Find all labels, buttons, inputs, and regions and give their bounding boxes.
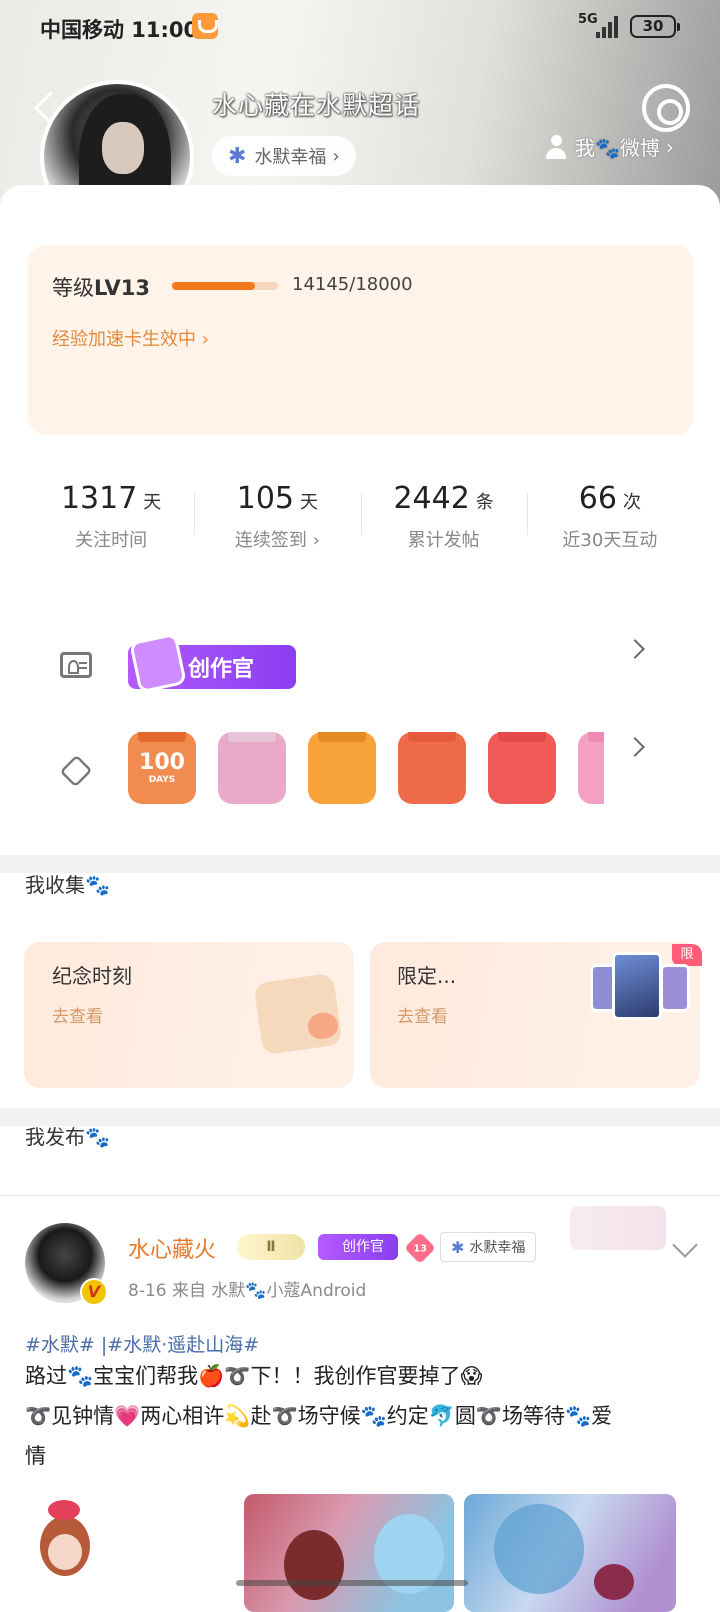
stat-unit: 条: [475, 492, 494, 513]
avatar-face: [102, 122, 144, 174]
medal-ribbon: [138, 732, 186, 742]
collect-card-title: 纪念时刻: [52, 964, 132, 988]
level-progress-fill: [172, 282, 256, 290]
level-progress-bar: [172, 282, 278, 290]
collect-card-title: 限定...: [397, 964, 457, 988]
exp-boost-label: 经验加速卡生效中: [52, 329, 196, 350]
medal-flower[interactable]: [218, 732, 286, 804]
level-label-text: 等级: [52, 276, 94, 300]
topic-chip-label: 水默幸福: [254, 147, 327, 168]
medal-list[interactable]: 100 DAYS: [128, 732, 604, 804]
post-image-sticker[interactable]: [22, 1494, 108, 1612]
network-type: 5G: [578, 12, 598, 27]
stat-posts: 2442 条 累计发帖: [360, 455, 527, 585]
chevron-right-icon: ›: [201, 329, 209, 350]
collect-card-link[interactable]: 去查看: [397, 1002, 448, 1027]
signal-icon: [596, 14, 620, 38]
medal-ribbon: [408, 732, 456, 742]
status-bar: 中国移动 11:00 5G 30: [0, 0, 720, 56]
exp-boost-link[interactable]: 经验加速卡生效中 ›: [52, 325, 209, 351]
limited-tag: 限: [672, 944, 702, 966]
post-hashtags[interactable]: #水默# |#水默·遥赴山海#: [25, 1330, 259, 1357]
id-card-icon: [60, 652, 92, 678]
level-label: 等级LV13: [52, 272, 150, 302]
medal-partial[interactable]: [578, 732, 604, 804]
medal-crown[interactable]: [308, 732, 376, 804]
limited-item-thumb: [612, 952, 662, 1020]
image-scrollbar[interactable]: [236, 1580, 468, 1586]
post-text-line: 路过🐾宝宝们帮我🍎➰下！！我创作官要掉了😱: [25, 1364, 483, 1388]
snowflake-icon: ✱: [451, 1237, 465, 1257]
stat-checkin-days[interactable]: 105 天 连续签到 ›: [194, 455, 360, 585]
medal-ribbon: [498, 732, 546, 742]
limited-item-thumb: [660, 964, 690, 1012]
stat-value: 1317: [60, 481, 138, 516]
collect-card-link[interactable]: 去查看: [52, 1002, 103, 1027]
medal-character-2[interactable]: [488, 732, 556, 804]
medal-ribbon: [318, 732, 366, 742]
medal-days-number: 100: [139, 750, 185, 775]
post-image-2[interactable]: [464, 1494, 676, 1612]
my-weibo-label: 我🐾微博: [575, 136, 660, 160]
stat-unit: 天: [300, 492, 318, 513]
medal-ribbon: [588, 732, 604, 742]
post-text-line: ➰见钟情💗两心相许💫赴➰场守候🐾约定🐬圆➰场等待🐾爱: [25, 1404, 613, 1428]
section-divider: [0, 855, 720, 873]
stats-row: 1317 天 关注时间 105 天 连续签到 › 2442 条 累计发帖 66 次 近3…: [28, 455, 693, 585]
post-topic-chip[interactable]: ✱ 水默幸福: [440, 1232, 537, 1262]
stat-value: 2442: [393, 481, 470, 516]
stat-unit: 次: [622, 492, 641, 513]
creator-badge-small[interactable]: 创作官: [318, 1234, 398, 1260]
battery-icon: 30: [630, 15, 680, 38]
verified-v-icon: V: [80, 1278, 108, 1306]
post-image-1[interactable]: [244, 1494, 454, 1612]
topic-chip[interactable]: ✱ 水默幸福 ›: [212, 136, 356, 176]
medal-character-1[interactable]: [398, 732, 466, 804]
medal-100-days[interactable]: 100 DAYS: [128, 732, 196, 804]
snowflake-icon: ✱: [228, 143, 247, 169]
chevron-right-icon: ›: [665, 134, 674, 159]
level-value: LV13: [94, 276, 150, 300]
divider: [0, 1195, 720, 1196]
app-notification-icon: [192, 13, 218, 39]
user-level-badge: Ⅱ: [237, 1234, 305, 1260]
post-text-line: 情: [25, 1444, 46, 1468]
stat-value: 66: [578, 481, 617, 516]
post-author-name[interactable]: 水心藏火: [128, 1232, 216, 1264]
publish-title: 我发布🐾: [25, 1125, 110, 1149]
stat-interactions: 66 次 近30天互动: [526, 455, 693, 585]
my-weibo-link[interactable]: 我🐾微博 ›: [545, 132, 674, 161]
medal-days-unit: DAYS: [148, 775, 176, 785]
stat-follow-days: 1317 天 关注时间: [28, 455, 194, 585]
stat-label: 累计发帖: [407, 530, 480, 551]
collect-title: 我收集🐾: [25, 873, 110, 897]
level-progress-text: 14145/18000: [292, 274, 413, 295]
stat-unit: 天: [143, 492, 162, 513]
chevron-right-icon: ›: [306, 530, 320, 551]
stat-label: 关注时间: [75, 530, 148, 551]
calendar-heart-icon: [253, 972, 343, 1056]
fan-level-number: 13: [413, 1242, 427, 1254]
post-meta: 8-16 来自 水默🐾小蔻Android: [128, 1281, 367, 1301]
stat-value: 105: [236, 481, 294, 516]
post-topic-label: 水默幸福: [469, 1240, 526, 1256]
person-icon: [545, 134, 567, 159]
gear-icon[interactable]: [642, 84, 690, 132]
chevron-right-icon: ›: [332, 145, 340, 167]
post-decoration: [570, 1206, 666, 1250]
stat-label: 近30天互动: [562, 530, 658, 551]
creator-badge[interactable]: 创作官: [128, 632, 296, 694]
medal-ribbon: [228, 732, 276, 742]
creator-hand-icon: [129, 632, 187, 694]
page-title: 水心藏在水默超话: [212, 91, 421, 120]
carrier-time: 中国移动 11:00: [40, 18, 199, 42]
creator-badge-label: 创作官: [188, 657, 255, 682]
stat-label: 连续签到: [234, 530, 307, 551]
